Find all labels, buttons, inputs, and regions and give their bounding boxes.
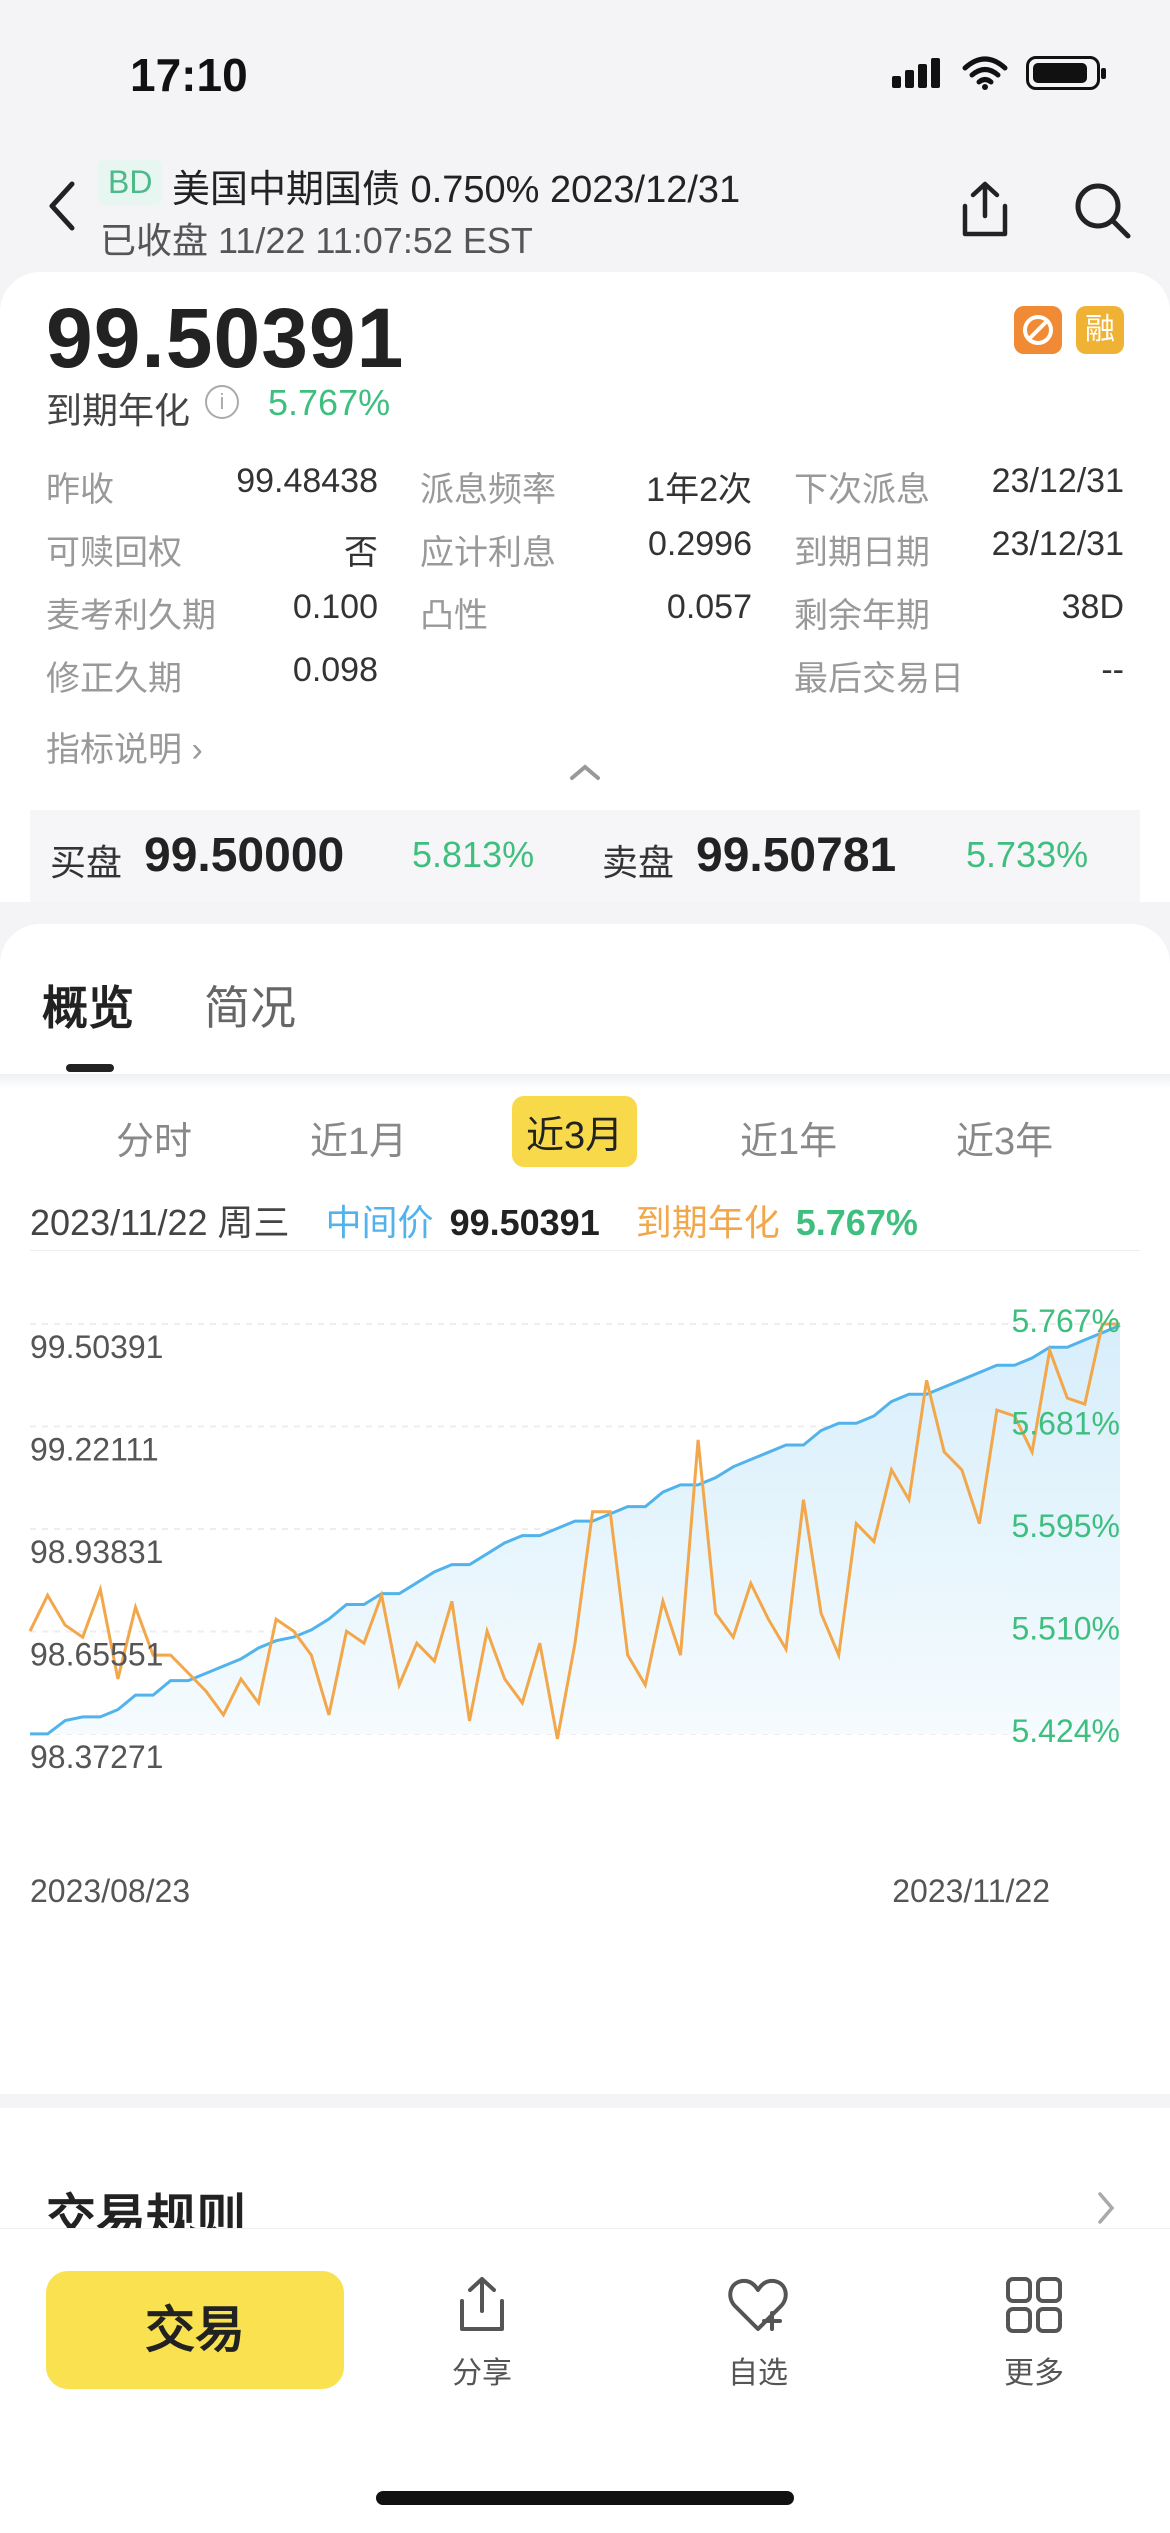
range-3m[interactable]: 近3月 bbox=[512, 1096, 638, 1167]
trading-rules-section[interactable]: 交易规则 bbox=[0, 2108, 1170, 2246]
tab-profile[interactable]: 简况 bbox=[204, 972, 296, 1038]
range-1m[interactable]: 近1月 bbox=[310, 1110, 407, 1165]
share-icon[interactable] bbox=[955, 178, 1015, 242]
more-label: 更多 bbox=[1004, 2357, 1064, 2390]
info-icon[interactable]: i bbox=[205, 385, 239, 419]
grid-icon bbox=[1006, 2277, 1062, 2333]
y-tick-right: 5.767% bbox=[1011, 1303, 1120, 1339]
wifi-icon bbox=[962, 56, 1008, 90]
bottom-bar: 交易 分享 自选 更多 bbox=[0, 2228, 1170, 2533]
market-status: 已收盘 11/22 11:07:52 EST bbox=[100, 220, 533, 261]
x-tick-end: 2023/11/22 bbox=[892, 1873, 1050, 1909]
y-tick-left: 99.22111 bbox=[30, 1432, 159, 1468]
no-shorting-icon bbox=[1014, 306, 1062, 354]
y-tick-left: 98.93831 bbox=[30, 1534, 163, 1570]
metric-label: 凸性 bbox=[420, 597, 488, 635]
nav-header: BD 美国中期国债 0.750% 2023/12/31 已收盘 11/22 11… bbox=[0, 148, 1170, 268]
bid-price: 99.50000 bbox=[144, 829, 345, 882]
metric-value: 99.48438 bbox=[236, 462, 378, 500]
metric-value: 0.057 bbox=[666, 588, 752, 626]
chevron-up-icon[interactable] bbox=[568, 762, 602, 782]
ytm-value: 5.767% bbox=[268, 382, 391, 423]
metric-label: 派息频率 bbox=[420, 471, 556, 509]
x-tick-start: 2023/08/23 bbox=[30, 1873, 190, 1909]
mid-label: 中间价 bbox=[325, 1202, 434, 1243]
divider bbox=[0, 1074, 1170, 1088]
metrics-help-label: 指标说明 bbox=[46, 731, 182, 769]
signal-icon bbox=[892, 58, 944, 88]
price-area bbox=[30, 1325, 1120, 1734]
metric-value: 0.100 bbox=[292, 588, 378, 626]
quote-date: 2023/11/22 周三 bbox=[30, 1202, 290, 1243]
y-tick-right: 5.595% bbox=[1011, 1508, 1120, 1544]
home-indicator bbox=[376, 2491, 794, 2505]
chevron-right-icon bbox=[1098, 2192, 1115, 2224]
more-button[interactable]: 更多 bbox=[964, 2273, 1104, 2392]
bond-type-badge: BD bbox=[98, 160, 163, 205]
y-tick-left: 98.37271 bbox=[30, 1739, 163, 1775]
metric-label: 剩余年期 bbox=[794, 597, 930, 635]
quote-line: 2023/11/22 周三 中间价 99.50391 到期年化 5.767% bbox=[30, 1194, 1140, 1251]
bid-label: 买盘 bbox=[50, 842, 123, 883]
tab-overview[interactable]: 概览 bbox=[42, 972, 134, 1038]
metric-label: 下次派息 bbox=[794, 471, 930, 509]
y-tick-right: 5.510% bbox=[1011, 1611, 1120, 1647]
y-tick-right: 5.424% bbox=[1011, 1713, 1120, 1749]
ask-yield: 5.733% bbox=[966, 834, 1089, 875]
metric-value: 否 bbox=[344, 534, 378, 572]
watchlist-button[interactable]: 自选 bbox=[688, 2273, 828, 2392]
ytm-label: 到期年化 bbox=[46, 390, 191, 431]
last-price: 99.50391 bbox=[46, 291, 405, 385]
ask-price: 99.50781 bbox=[696, 829, 897, 882]
battery-icon bbox=[1026, 56, 1106, 90]
share-icon bbox=[460, 2277, 504, 2331]
back-icon[interactable] bbox=[44, 178, 78, 234]
metric-value: 23/12/31 bbox=[991, 462, 1124, 500]
chevron-right-icon: › bbox=[191, 731, 203, 769]
metric-value: 23/12/31 bbox=[991, 525, 1124, 563]
tab-indicator bbox=[66, 1064, 114, 1072]
metric-label: 应计利息 bbox=[420, 534, 556, 572]
metrics-help-link[interactable]: 指标说明 › bbox=[46, 722, 203, 771]
y-tick-left: 98.65551 bbox=[30, 1637, 163, 1673]
bid-ask-bar: 买盘 99.50000 5.813% 卖盘 99.50781 5.733% bbox=[30, 810, 1140, 902]
watchlist-label: 自选 bbox=[728, 2357, 788, 2390]
range-1y[interactable]: 近1年 bbox=[740, 1110, 837, 1165]
search-icon[interactable] bbox=[1070, 178, 1134, 242]
metric-value: 1年2次 bbox=[646, 471, 752, 509]
y-tick-right: 5.681% bbox=[1011, 1406, 1120, 1442]
summary-card: 99.50391 到期年化 i 5.767% 融 昨收 99.48438 派息频… bbox=[0, 272, 1170, 902]
status-time: 17:10 bbox=[130, 49, 248, 101]
trade-button[interactable]: 交易 bbox=[46, 2271, 344, 2389]
chart-card: 概览 简况 分时 近1月 近3月 近1年 近3年 2023/11/22 周三 中… bbox=[0, 924, 1170, 2094]
ask-label: 卖盘 bbox=[602, 842, 675, 883]
range-3y[interactable]: 近3年 bbox=[956, 1110, 1053, 1165]
mid-value: 99.50391 bbox=[449, 1202, 600, 1243]
metric-label: 昨收 bbox=[46, 471, 114, 509]
metric-label: 到期日期 bbox=[794, 534, 930, 572]
metric-label: 可赎回权 bbox=[46, 534, 182, 572]
share-label: 分享 bbox=[452, 2357, 512, 2390]
metric-value: 38D bbox=[1061, 588, 1124, 626]
metric-label: 修正久期 bbox=[46, 660, 182, 698]
margin-tag: 融 bbox=[1076, 306, 1124, 354]
metric-value: 0.098 bbox=[292, 651, 378, 689]
heart-plus-icon bbox=[728, 2278, 788, 2331]
bid-yield: 5.813% bbox=[412, 834, 535, 875]
share-button[interactable]: 分享 bbox=[412, 2273, 552, 2392]
status-icons bbox=[892, 56, 1106, 90]
metric-value: 0.2996 bbox=[648, 525, 752, 563]
page-title: 美国中期国债 0.750% 2023/12/31 bbox=[172, 169, 741, 211]
y-tick-left: 99.50391 bbox=[30, 1329, 163, 1365]
range-intraday[interactable]: 分时 bbox=[116, 1110, 192, 1165]
metric-value: -- bbox=[1101, 651, 1124, 689]
price-yield-chart[interactable]: 99.50391 99.22111 98.93831 98.65551 98.37271… bbox=[0, 1254, 1170, 2034]
quote-ytm-value: 5.767% bbox=[795, 1202, 918, 1243]
quote-ytm-label: 到期年化 bbox=[635, 1202, 780, 1243]
